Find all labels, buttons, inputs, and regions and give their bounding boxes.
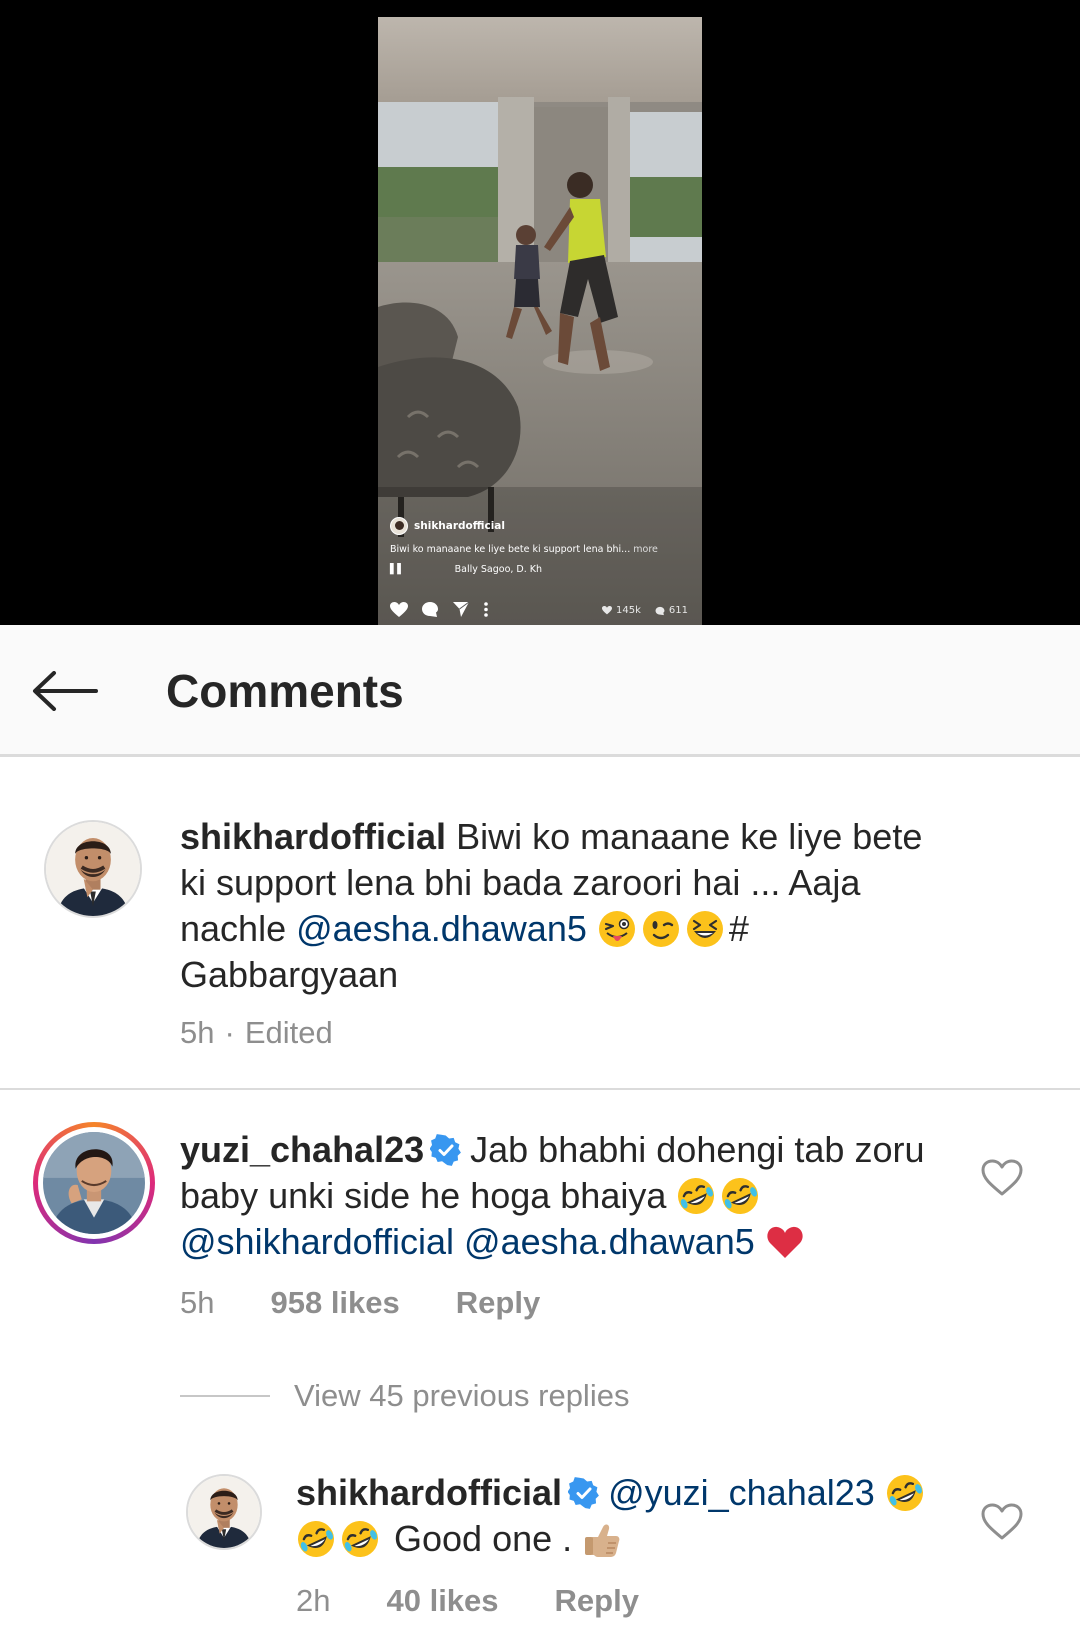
profile-photo — [188, 1476, 260, 1548]
comment-likes[interactable]: 40 likes — [386, 1583, 498, 1619]
caption-text: shikhardofficial Biwi ko manaane ke liye… — [180, 814, 940, 998]
reel-comments-count: 611 — [668, 605, 688, 616]
reel-caption[interactable]: Biwi ko manaane ke liye bete ki support … — [390, 544, 658, 555]
verified-badge-icon — [430, 1134, 462, 1166]
comment-username[interactable]: shikhardofficial — [180, 816, 446, 857]
verified-badge-icon — [568, 1477, 600, 1509]
video-area: shikhardofficial Biwi ko manaane ke liye… — [0, 0, 1080, 625]
comments-count-icon — [655, 606, 665, 615]
reel-audio-label: Bally Sagoo, D. Kh — [454, 564, 543, 575]
replies-divider-line — [180, 1395, 270, 1397]
reel-username: shikhardofficial — [414, 520, 505, 532]
reel-more-link[interactable]: more — [633, 544, 658, 555]
reel-audio[interactable]: ▌▌ Bally Sagoo, D. Kh — [390, 564, 542, 575]
reply-meta: 2h 40 likes Reply — [296, 1583, 639, 1619]
avatar[interactable] — [186, 1474, 262, 1550]
mention-link[interactable]: @yuzi_chahal23 — [608, 1472, 875, 1513]
rolling-laughing-emoji — [720, 1176, 760, 1216]
avatar — [43, 1132, 145, 1234]
story-ring-avatar[interactable] — [33, 1122, 155, 1244]
avatar-ring-inner — [38, 1127, 150, 1239]
comment-time: 2h — [296, 1583, 331, 1618]
edited-label: Edited — [244, 1015, 333, 1050]
reel-preview[interactable]: shikhardofficial Biwi ko manaane ke liye… — [378, 17, 702, 625]
profile-photo — [43, 1132, 145, 1234]
view-replies-label: View 45 previous replies — [294, 1378, 630, 1413]
comment-username[interactable]: shikhardofficial — [296, 1472, 562, 1513]
rolling-laughing-emoji — [885, 1473, 925, 1513]
reply-button[interactable]: Reply — [555, 1583, 639, 1619]
avatar[interactable] — [44, 820, 142, 918]
comment-time: 5h — [180, 1285, 215, 1320]
reel-actions — [390, 601, 489, 618]
reel-user[interactable]: shikhardofficial — [390, 517, 505, 535]
reel-caption-text: Biwi ko manaane ke liye bete ki support … — [390, 544, 631, 555]
reel-avatar — [390, 517, 408, 535]
comment-username[interactable]: yuzi_chahal23 — [180, 1129, 424, 1170]
like-icon[interactable] — [390, 601, 408, 618]
share-icon[interactable] — [452, 601, 470, 618]
reel-overlay: shikhardofficial Biwi ko manaane ke liye… — [378, 17, 702, 625]
caption-comment: shikhardofficial Biwi ko manaane ke liye… — [0, 760, 1080, 1090]
reel-stats: 145k 611 — [602, 605, 688, 616]
reel-likes-count: 145k — [616, 605, 641, 616]
reply-button[interactable]: Reply — [456, 1285, 540, 1321]
comments-header: Comments — [0, 625, 1080, 757]
mention-link[interactable]: @aesha.dhawan5 — [464, 1221, 755, 1262]
mention-link[interactable]: @shikhardofficial — [180, 1221, 454, 1262]
reply-body: Good one . — [394, 1518, 573, 1559]
winking-face-emoji — [641, 909, 681, 949]
profile-photo — [46, 822, 140, 916]
meta-separator: · — [224, 1015, 235, 1050]
rolling-laughing-emoji — [340, 1519, 380, 1559]
like-comment-heart-icon[interactable] — [980, 1158, 1024, 1198]
rolling-laughing-emoji — [676, 1176, 716, 1216]
comment-text: yuzi_chahal23 Jab bhabhi dohengi tab zoru… — [180, 1127, 940, 1265]
reply-text: shikhardofficial @yuzi_chahal23 Good one … — [296, 1470, 956, 1562]
comment-time: 5h — [180, 1015, 215, 1050]
winking-tongue-emoji — [597, 909, 637, 949]
page-title: Comments — [166, 665, 404, 717]
view-previous-replies[interactable]: View 45 previous replies — [180, 1378, 629, 1414]
rolling-laughing-emoji — [296, 1519, 336, 1559]
reel-likes: 145k — [602, 605, 641, 616]
back-button[interactable] — [30, 663, 100, 719]
mention-link[interactable]: @aesha.dhawan5 — [296, 908, 587, 949]
likes-count-icon — [602, 606, 613, 615]
caption-meta: 5h · Edited — [180, 1015, 333, 1051]
comment-meta: 5h 958 likes Reply — [180, 1285, 540, 1321]
red-heart-emoji — [765, 1222, 805, 1262]
thumbs-up-emoji — [582, 1519, 622, 1559]
more-options-icon[interactable] — [483, 601, 489, 618]
reel-comments: 611 — [655, 605, 688, 616]
arrow-left-icon — [33, 671, 98, 711]
comment-likes[interactable]: 958 likes — [270, 1285, 399, 1321]
like-reply-heart-icon[interactable] — [980, 1502, 1024, 1542]
audio-icon: ▌▌ — [390, 564, 405, 575]
laughing-squint-emoji — [685, 909, 725, 949]
comment-icon[interactable] — [421, 601, 439, 618]
